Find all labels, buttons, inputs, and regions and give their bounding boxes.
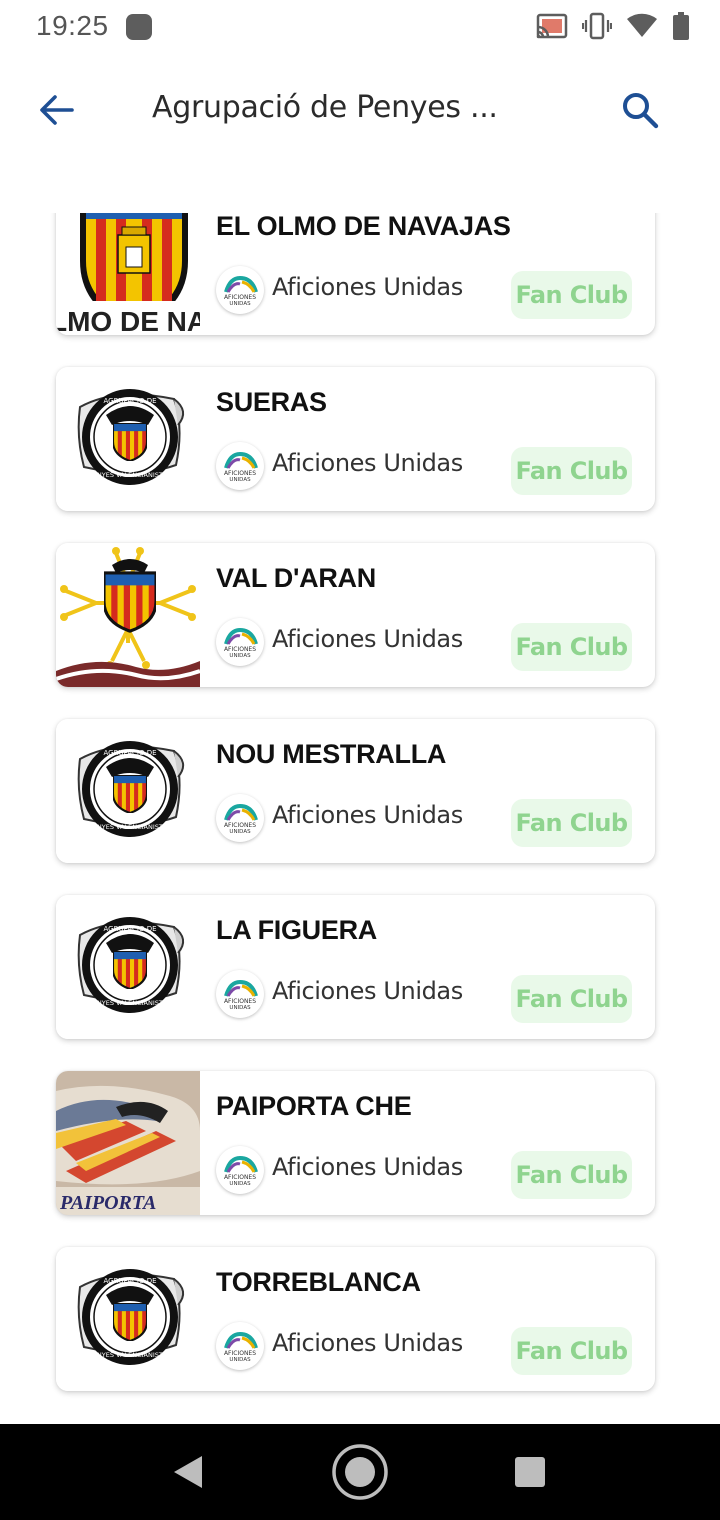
list-item[interactable]: PAIPORTA PAIPORTA CHE AFICIONES UNIDAS A… bbox=[56, 1071, 655, 1215]
nav-recents-button[interactable] bbox=[514, 1456, 546, 1493]
fan-club-name: TORREBLANCA bbox=[216, 1267, 421, 1297]
agrupacio-penyes-logo-icon bbox=[56, 719, 200, 863]
back-button[interactable] bbox=[28, 82, 84, 138]
valencia-cross-crest-icon bbox=[56, 543, 200, 687]
agrupacio-penyes-logo-icon bbox=[56, 895, 200, 1039]
agrupacio-penyes-logo-icon bbox=[56, 367, 200, 511]
search-icon bbox=[623, 93, 659, 129]
organization-name: Aficiones Unidas bbox=[272, 625, 463, 653]
organization-name: Aficiones Unidas bbox=[272, 449, 463, 477]
aficiones-unidas-logo-icon: AFICIONES UNIDAS bbox=[216, 970, 264, 1018]
status-bar: 19:25 bbox=[0, 0, 720, 54]
list-item[interactable]: VAL D'ARAN AFICIONES UNIDAS Aficiones Un… bbox=[56, 543, 655, 687]
cast-icon bbox=[536, 13, 568, 39]
aficiones-unidas-logo-icon: AFICIONES UNIDAS bbox=[216, 794, 264, 842]
status-icons bbox=[536, 12, 690, 40]
list-item[interactable]: SUERAS AFICIONES UNIDAS Aficiones Unidas… bbox=[56, 367, 655, 511]
organization-name: Aficiones Unidas bbox=[272, 977, 463, 1005]
fan-club-name: EL OLMO DE NAVAJAS bbox=[216, 213, 511, 241]
status-time: 19:25 bbox=[36, 10, 109, 41]
agrupacio-penyes-logo-icon bbox=[56, 1247, 200, 1391]
app-bar: Agrupació de Penyes ... bbox=[0, 54, 720, 166]
fan-club-name: VAL D'ARAN bbox=[216, 563, 376, 593]
organization-name: Aficiones Unidas bbox=[272, 1329, 463, 1357]
notification-icon bbox=[126, 14, 152, 40]
fan-club-badge: Fan Club bbox=[511, 975, 632, 1023]
fan-club-name: PAIPORTA CHE bbox=[216, 1091, 412, 1121]
svg-text:UNIDAS: UNIDAS bbox=[229, 477, 251, 483]
fan-club-list[interactable]: VALENCIA C F LMO DE NAV EL OLMO DE NAVAJ… bbox=[0, 213, 720, 1424]
fan-club-badge: Fan Club bbox=[511, 623, 632, 671]
page-title: Agrupació de Penyes ... bbox=[152, 90, 498, 125]
list-item[interactable]: NOU MESTRALLA AFICIONES UNIDAS Aficiones… bbox=[56, 719, 655, 863]
nav-home-icon bbox=[332, 1444, 388, 1500]
svg-text:UNIDAS: UNIDAS bbox=[229, 1005, 251, 1011]
list-item[interactable]: VALENCIA C F LMO DE NAV EL OLMO DE NAVAJ… bbox=[56, 213, 655, 335]
svg-text:UNIDAS: UNIDAS bbox=[229, 1181, 251, 1187]
wifi-icon bbox=[627, 13, 657, 37]
svg-text:AFICIONES: AFICIONES bbox=[224, 1350, 256, 1357]
svg-text:UNIDAS: UNIDAS bbox=[229, 653, 251, 659]
list-item[interactable]: TORREBLANCA AFICIONES UNIDAS Aficiones U… bbox=[56, 1247, 655, 1391]
aficiones-unidas-logo-icon: AFICIONES UNIDAS bbox=[216, 1146, 264, 1194]
fan-club-badge: Fan Club bbox=[511, 447, 632, 495]
svg-text:UNIDAS: UNIDAS bbox=[229, 829, 251, 835]
fan-club-badge: Fan Club bbox=[511, 271, 632, 319]
paiporta-banner-icon: PAIPORTA bbox=[56, 1071, 200, 1215]
svg-text:AFICIONES: AFICIONES bbox=[224, 1174, 256, 1181]
organization-name: Aficiones Unidas bbox=[272, 801, 463, 829]
svg-text:AFICIONES: AFICIONES bbox=[224, 646, 256, 653]
aficiones-unidas-logo-icon: AFICIONES UNIDAS bbox=[216, 618, 264, 666]
list-item[interactable]: LA FIGUERA AFICIONES UNIDAS Aficiones Un… bbox=[56, 895, 655, 1039]
system-nav-bar bbox=[0, 1424, 720, 1520]
logo-caption: PAIPORTA bbox=[59, 1192, 156, 1214]
fan-club-name: NOU MESTRALLA bbox=[216, 739, 447, 769]
aficiones-unidas-logo-icon: AFICIONES UNIDAS bbox=[216, 266, 264, 314]
nav-back-icon bbox=[174, 1456, 202, 1488]
fan-club-name: LA FIGUERA bbox=[216, 915, 377, 945]
fan-club-name: SUERAS bbox=[216, 387, 327, 417]
nav-home-button[interactable] bbox=[330, 1442, 390, 1507]
vibrate-icon bbox=[582, 12, 612, 40]
valencia-crest-icon: VALENCIA C F LMO DE NAV bbox=[56, 213, 200, 335]
aficiones-unidas-logo-icon: AFICIONES UNIDAS bbox=[216, 1322, 264, 1370]
logo-caption: LMO DE NAV bbox=[56, 306, 200, 335]
svg-text:UNIDAS: UNIDAS bbox=[229, 301, 251, 307]
svg-text:AFICIONES: AFICIONES bbox=[224, 470, 256, 477]
battery-icon bbox=[673, 12, 689, 40]
svg-text:AFICIONES: AFICIONES bbox=[224, 998, 256, 1005]
svg-text:UNIDAS: UNIDAS bbox=[229, 1357, 251, 1363]
fan-club-badge: Fan Club bbox=[511, 799, 632, 847]
svg-text:AFICIONES: AFICIONES bbox=[224, 294, 256, 301]
svg-text:AFICIONES: AFICIONES bbox=[224, 822, 256, 829]
fan-club-badge: Fan Club bbox=[511, 1327, 632, 1375]
organization-name: Aficiones Unidas bbox=[272, 1153, 463, 1181]
organization-name: Aficiones Unidas bbox=[272, 273, 463, 301]
nav-recents-icon bbox=[515, 1457, 545, 1487]
arrow-back-icon bbox=[40, 95, 74, 125]
search-button[interactable] bbox=[612, 82, 668, 138]
aficiones-unidas-logo-icon: AFICIONES UNIDAS bbox=[216, 442, 264, 490]
fan-club-badge: Fan Club bbox=[511, 1151, 632, 1199]
nav-back-button[interactable] bbox=[168, 1452, 206, 1497]
